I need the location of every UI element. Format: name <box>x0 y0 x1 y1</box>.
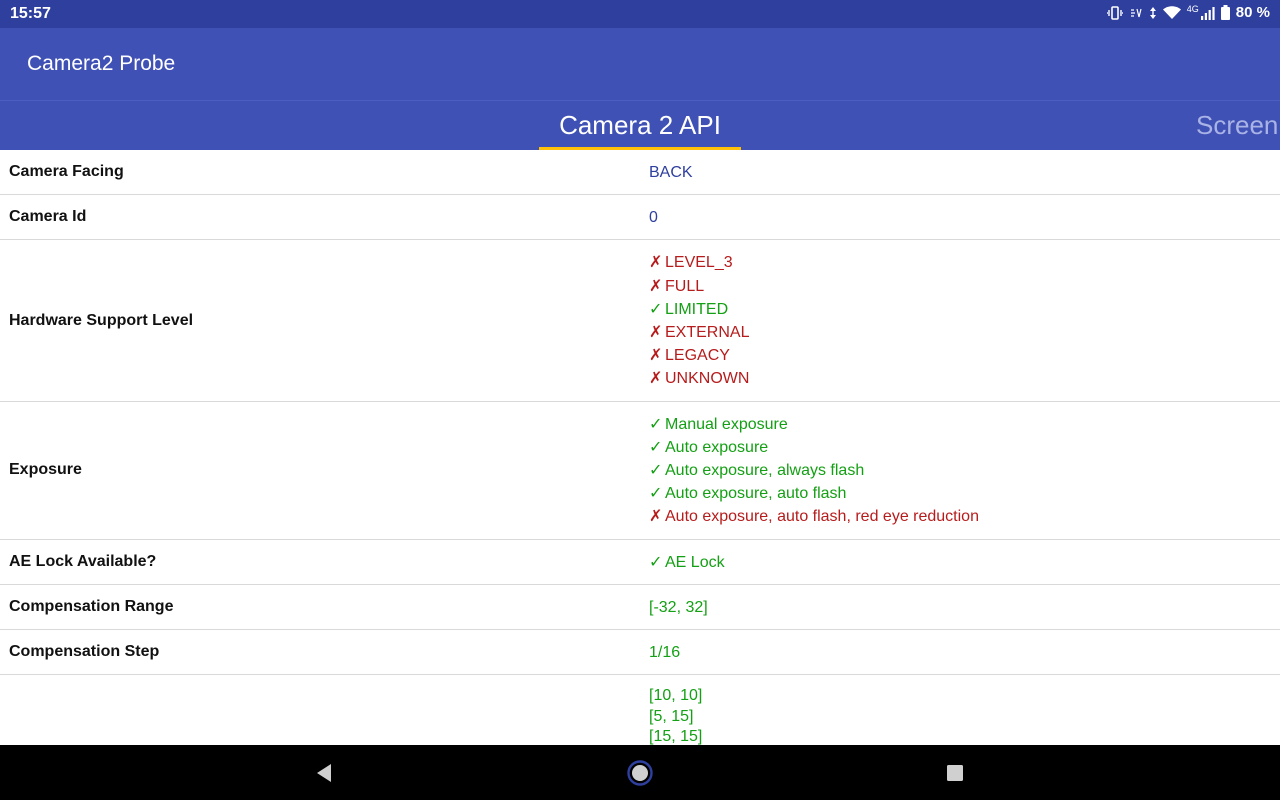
battery-icon <box>1220 5 1230 20</box>
property-value: ✗ LEGACY <box>649 344 1280 367</box>
property-value: 0 <box>649 206 1280 229</box>
property-value-text: Auto exposure, auto flash <box>665 485 847 503</box>
app-bar: Camera2 Probe <box>0 28 1280 100</box>
property-value: ✓ AE Lock <box>649 551 1280 574</box>
property-label: Camera Id <box>9 208 87 226</box>
property-value: [-32, 32] <box>649 596 1280 619</box>
cross-icon: ✗ <box>649 277 663 295</box>
property-label: Compensation Range <box>9 597 174 615</box>
property-value: BACK <box>649 161 1280 184</box>
tab-camera2-api[interactable]: Camera 2 API <box>539 101 741 150</box>
property-value-text: 0 <box>649 209 658 227</box>
property-value-text: Manual exposure <box>665 415 788 433</box>
check-icon: ✓ <box>649 300 663 318</box>
property-value: ✗ UNKNOWN <box>649 367 1280 390</box>
wifi-calling-icon <box>1129 6 1143 20</box>
property-label: Camera Facing <box>9 163 124 181</box>
property-values: ✓ AE Lock <box>649 540 1280 584</box>
tab-screen[interactable]: Screen <box>1196 101 1280 150</box>
property-row: Camera Id 0 <box>0 195 1280 241</box>
property-value-text: EXTERNAL <box>665 324 750 342</box>
property-value-text: Auto exposure <box>665 438 769 456</box>
property-values: [10, 10][5, 15][15, 15][5, 20][20, 20] <box>649 675 1280 745</box>
app-title: Camera2 Probe <box>27 52 176 75</box>
property-value-text: [5, 15] <box>649 707 694 725</box>
property-value-text: Auto exposure, always flash <box>665 462 865 480</box>
property-value-text: Auto exposure, auto flash, red eye reduc… <box>665 508 979 526</box>
property-value: [10, 10] <box>649 686 1280 707</box>
property-value: ✓ Auto exposure, always flash <box>649 459 1280 482</box>
property-value: 1/16 <box>649 641 1280 664</box>
status-bar: 15:57 4G 80 % <box>0 0 1280 28</box>
property-value: ✓ LIMITED <box>649 298 1280 321</box>
check-icon: ✓ <box>649 415 663 433</box>
network-type-label: 4G <box>1186 4 1199 14</box>
cross-icon: ✗ <box>649 508 663 526</box>
home-button[interactable] <box>610 745 670 800</box>
property-row: Hardware Support Level ✗ LEVEL_3 ✗ FULL ✓ LIMI… <box>0 240 1280 402</box>
camera-properties-list[interactable]: Camera Facing BACK Camera Id 0 Hardware Supp… <box>0 150 1280 745</box>
property-value-text: [10, 10] <box>649 687 703 705</box>
cross-icon: ✗ <box>649 324 663 342</box>
property-value-text: 1/16 <box>649 644 681 662</box>
recents-button[interactable] <box>925 745 985 800</box>
property-value: [5, 15] <box>649 707 1280 728</box>
property-value-text: [15, 15] <box>649 728 703 745</box>
data-arrows-icon <box>1149 6 1157 20</box>
check-icon: ✓ <box>649 485 663 503</box>
cross-icon: ✗ <box>649 347 663 365</box>
property-value-text: BACK <box>649 164 693 181</box>
cell-signal-icon <box>1200 6 1215 20</box>
property-value-text: AE Lock <box>665 553 725 571</box>
property-value-text: LIMITED <box>665 300 729 318</box>
property-values: ✓ Manual exposure ✓ Auto exposure ✓ Auto expo… <box>649 402 1280 539</box>
status-time: 15:57 <box>10 5 51 22</box>
wifi-icon <box>1162 5 1181 20</box>
property-value-text: LEGACY <box>665 347 730 365</box>
check-icon: ✓ <box>649 438 663 456</box>
property-values: BACK <box>649 150 1280 194</box>
property-row: [10, 10][5, 15][15, 15][5, 20][20, 20] <box>0 675 1280 745</box>
property-value-text: FULL <box>665 277 705 295</box>
property-label: Compensation Step <box>9 643 160 661</box>
property-values: [-32, 32] <box>649 585 1280 629</box>
property-value: [15, 15] <box>649 727 1280 745</box>
property-row: Exposure ✓ Manual exposure ✓ Auto exposure ✓ A… <box>0 402 1280 540</box>
status-icons: 4G 80 % <box>1106 4 1270 21</box>
cross-icon: ✗ <box>649 254 663 272</box>
battery-percent: 80 % <box>1235 4 1270 21</box>
property-label: Hardware Support Level <box>9 311 194 329</box>
property-values: 0 <box>649 195 1280 239</box>
property-label: Exposure <box>9 461 82 479</box>
property-row: AE Lock Available? ✓ AE Lock <box>0 540 1280 585</box>
check-icon: ✓ <box>649 462 663 480</box>
home-icon <box>627 759 653 786</box>
back-icon <box>317 763 331 782</box>
tab-bar: Camera 2 API Screen <box>0 100 1280 150</box>
property-value: ✗ EXTERNAL <box>649 321 1280 344</box>
back-button[interactable] <box>294 745 354 800</box>
property-value: ✗ Auto exposure, auto flash, red eye redu… <box>649 505 1280 528</box>
property-value-text: [-32, 32] <box>649 598 708 616</box>
property-value-text: UNKNOWN <box>665 370 750 388</box>
property-label: AE Lock Available? <box>9 552 157 570</box>
vibrate-icon <box>1106 5 1123 20</box>
property-row: Compensation Step 1/16 <box>0 630 1280 676</box>
recents-icon <box>947 764 963 781</box>
property-value: ✓ Manual exposure <box>649 413 1280 436</box>
navigation-bar <box>0 745 1280 800</box>
property-values: 1/16 <box>649 630 1280 674</box>
property-values: ✗ LEVEL_3 ✗ FULL ✓ LIMITED ✗ EXTERNAL ✗ LEGACY ✗ UN… <box>649 240 1280 400</box>
property-value: ✓ Auto exposure <box>649 436 1280 459</box>
property-value: ✓ Auto exposure, auto flash <box>649 482 1280 505</box>
property-value: ✗ LEVEL_3 <box>649 251 1280 274</box>
property-value: ✗ FULL <box>649 275 1280 298</box>
check-icon: ✓ <box>649 553 663 571</box>
property-label <box>0 675 649 745</box>
property-value-text: LEVEL_3 <box>665 254 733 272</box>
property-row: Camera Facing BACK <box>0 150 1280 196</box>
cross-icon: ✗ <box>649 370 663 388</box>
property-row: Compensation Range [-32, 32] <box>0 585 1280 631</box>
